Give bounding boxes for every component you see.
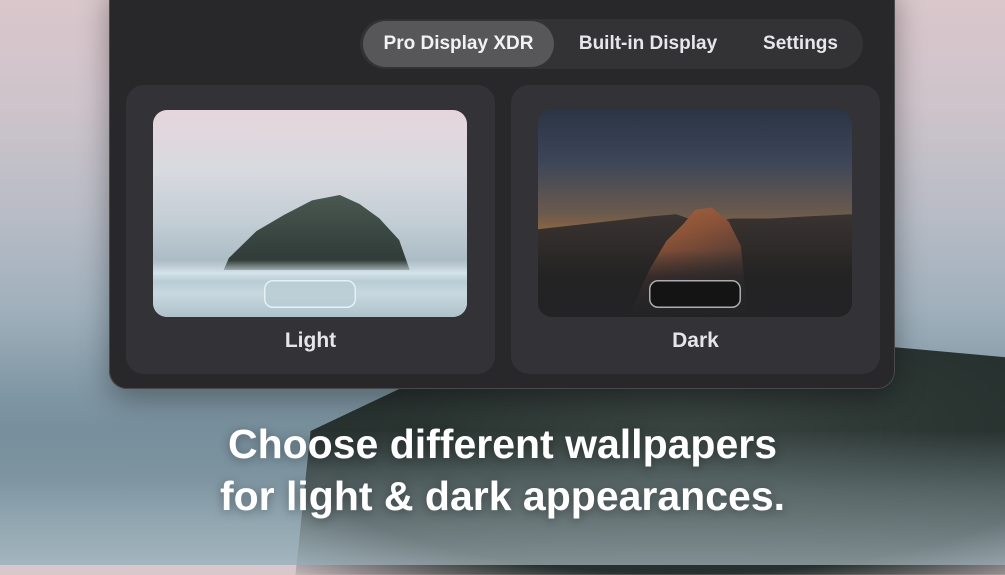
- caption-line-2: for light & dark appearances.: [219, 473, 786, 519]
- light-card-label: Light: [284, 329, 337, 352]
- promo-caption: Choose different wallpapers for light & …: [0, 418, 1005, 522]
- dark-wallpaper-card[interactable]: Dark: [511, 85, 880, 374]
- light-wallpaper-card[interactable]: Light: [126, 85, 495, 374]
- dark-card-label: Dark: [672, 329, 719, 352]
- tab-settings[interactable]: Settings: [742, 21, 859, 67]
- light-appearance-toggle[interactable]: [264, 280, 356, 308]
- light-wallpaper-thumbnail[interactable]: [153, 110, 467, 317]
- dark-appearance-toggle[interactable]: [649, 280, 741, 308]
- dark-wallpaper-thumbnail[interactable]: [538, 110, 852, 317]
- display-tab-bar: Pro Display XDR Built-in Display Setting…: [360, 19, 863, 69]
- caption-line-1: Choose different wallpapers: [227, 421, 778, 467]
- tab-pro-display-xdr[interactable]: Pro Display XDR: [363, 21, 554, 67]
- tab-built-in-display[interactable]: Built-in Display: [554, 21, 742, 67]
- surf-mist-image: [153, 260, 467, 282]
